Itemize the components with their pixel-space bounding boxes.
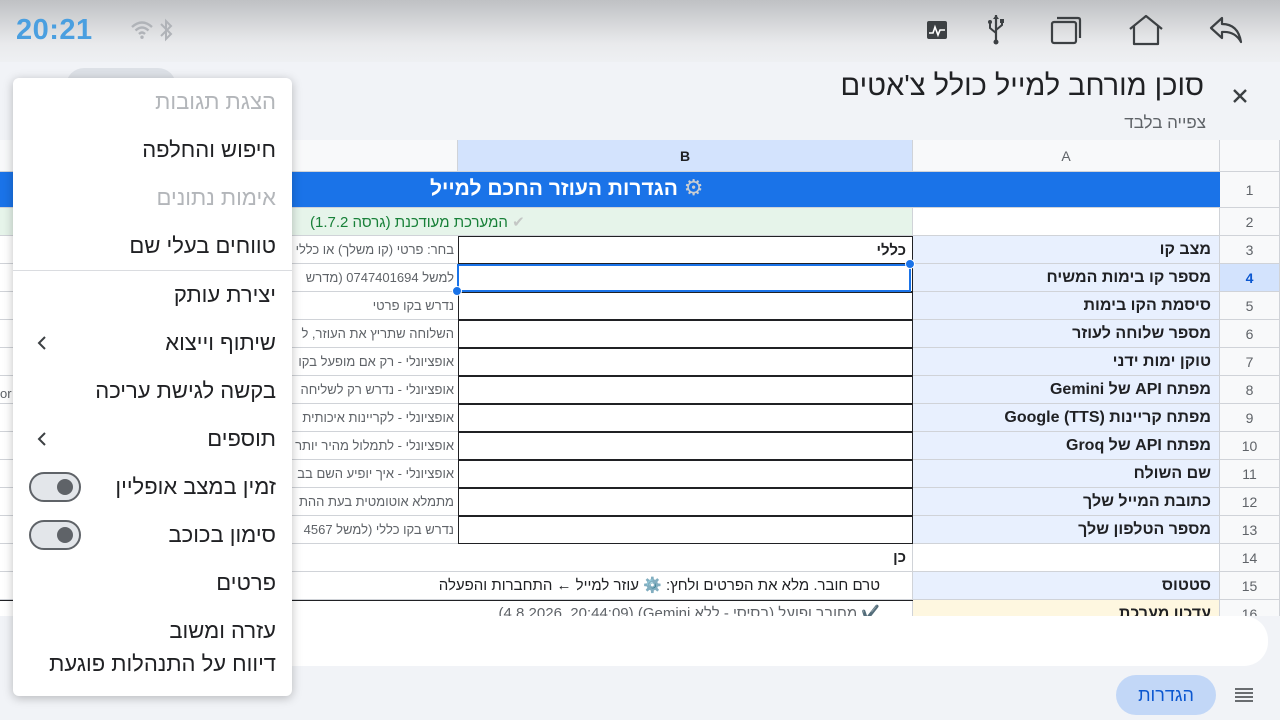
- offscreen-text-fragment: or: [0, 386, 12, 401]
- label-cell[interactable]: סטטוס: [913, 572, 1220, 600]
- value-cell[interactable]: [458, 460, 913, 488]
- back-icon[interactable]: [1208, 15, 1244, 45]
- recent-apps-icon[interactable]: [1050, 15, 1082, 45]
- home-icon[interactable]: [1128, 14, 1164, 46]
- menu-item-addons[interactable]: תוספים: [13, 415, 292, 463]
- banner-title: הגדרות העוזר החכם למייל: [430, 177, 678, 200]
- value-cell[interactable]: [458, 292, 913, 320]
- close-icon[interactable]: [1226, 82, 1254, 110]
- row-header[interactable]: 7: [1220, 348, 1280, 376]
- label-cell[interactable]: מצב קו: [913, 236, 1220, 264]
- label-cell[interactable]: כתובת המייל שלך: [913, 488, 1220, 516]
- label-cell[interactable]: מפתח API של Groq: [913, 432, 1220, 460]
- label-cell[interactable]: טוקן ימות ידני: [913, 348, 1220, 376]
- star-toggle[interactable]: [29, 520, 81, 550]
- menu-item-label: סימון בכוכב: [168, 522, 277, 547]
- row-header[interactable]: 6: [1220, 320, 1280, 348]
- row-header[interactable]: 10: [1220, 432, 1280, 460]
- row-header[interactable]: 11: [1220, 460, 1280, 488]
- menu-item-data-validation: אימות נתונים: [156, 185, 276, 210]
- value-cell[interactable]: [458, 432, 913, 460]
- menu-item-details[interactable]: פרטים: [13, 559, 292, 607]
- wifi-icon: [131, 21, 153, 39]
- label-cell[interactable]: עדכון מערכת: [913, 600, 1220, 616]
- gear-icon: ⚙: [683, 175, 704, 200]
- menu-item-report-abuse[interactable]: דיווח על התנהלות פוגעת: [13, 651, 292, 696]
- label-cell[interactable]: מספר קו בימות המשיח: [913, 264, 1220, 292]
- overflow-menu: הצגת תגובות חיפוש והחלפה אימות נתונים טו…: [13, 78, 292, 696]
- label-cell[interactable]: סיסמת הקו בימות: [913, 292, 1220, 320]
- menu-item-make-copy[interactable]: יצירת עותק: [13, 271, 292, 319]
- label-cell[interactable]: מפתח API של Gemini: [913, 376, 1220, 404]
- value-cell[interactable]: [458, 376, 913, 404]
- menu-item-show-comments: הצגת תגובות: [155, 89, 276, 114]
- toggle-knob: [57, 479, 73, 495]
- view-only-badge: צפייה בלבד: [1124, 113, 1206, 132]
- menu-item-label: שיתוף וייצוא: [165, 330, 276, 355]
- corner-cell[interactable]: [1220, 140, 1280, 172]
- menu-item-available-offline[interactable]: זמין במצב אופליין: [13, 463, 292, 511]
- row-header[interactable]: 3: [1220, 236, 1280, 264]
- usb-icon[interactable]: [986, 13, 1006, 45]
- value-cell[interactable]: [458, 348, 913, 376]
- hamburger-menu-icon[interactable]: [1234, 686, 1254, 704]
- row-header[interactable]: 9: [1220, 404, 1280, 432]
- chevron-left-icon: [37, 336, 46, 350]
- label-cell[interactable]: [913, 544, 1220, 572]
- menu-item-share-export[interactable]: שיתוף וייצוא: [13, 319, 292, 367]
- row-header[interactable]: 12: [1220, 488, 1280, 516]
- value-cell[interactable]: [458, 404, 913, 432]
- chevron-left-icon: [37, 432, 46, 446]
- banner-content: ⚙ הגדרות העוזר החכם למייל: [430, 175, 704, 201]
- menu-item-request-edit-access[interactable]: בקשה לגישת עריכה: [13, 367, 292, 415]
- row-header[interactable]: 2: [1220, 208, 1280, 236]
- value-cell[interactable]: כן: [458, 544, 913, 572]
- menu-item-label: זמין במצב אופליין: [115, 474, 276, 499]
- label-cell[interactable]: מספר שלוחה לעוזר: [913, 320, 1220, 348]
- menu-item-star[interactable]: סימון בכוכב: [13, 511, 292, 559]
- check-icon: ✔: [512, 214, 525, 231]
- clock: 20:21: [16, 14, 93, 46]
- cell-a2[interactable]: [913, 208, 1220, 236]
- cell-selection[interactable]: [457, 264, 911, 292]
- row-header[interactable]: 13: [1220, 516, 1280, 544]
- document-title: סוכן מורחב למייל כולל צ'אטים: [840, 70, 1205, 102]
- toggle-knob: [57, 527, 73, 543]
- menu-item-named-ranges[interactable]: טווחים בעלי שם: [13, 222, 292, 270]
- label-cell[interactable]: מפתח קריינות (Google (TTS: [913, 404, 1220, 432]
- menu-item-help-feedback[interactable]: עזרה ומשוב: [13, 607, 292, 655]
- row-header[interactable]: 8: [1220, 376, 1280, 404]
- bluetooth-icon: [160, 18, 173, 42]
- row-header[interactable]: 14: [1220, 544, 1280, 572]
- settings-button[interactable]: הגדרות: [1116, 675, 1216, 715]
- version-content: ✔ המערכת מעודכנת (גרסה 1.7.2): [310, 213, 525, 231]
- offline-toggle[interactable]: [29, 472, 81, 502]
- row-header[interactable]: 1: [1220, 172, 1280, 208]
- selection-handle-top[interactable]: [905, 259, 915, 269]
- label-cell[interactable]: שם השולח: [913, 460, 1220, 488]
- row-header[interactable]: 15: [1220, 572, 1280, 600]
- value-cell[interactable]: [458, 516, 913, 544]
- version-text: המערכת מעודכנת (גרסה 1.7.2): [310, 214, 508, 231]
- row-header[interactable]: 16: [1220, 600, 1280, 616]
- activity-monitor-icon[interactable]: [926, 20, 948, 40]
- formula-bar[interactable]: [280, 616, 1268, 666]
- column-header-b[interactable]: B: [458, 140, 913, 172]
- selection-handle-bottom[interactable]: [452, 286, 462, 296]
- menu-item-find-replace[interactable]: חיפוש והחלפה: [13, 126, 292, 174]
- row-header[interactable]: 4: [1220, 264, 1280, 292]
- value-cell[interactable]: כללי: [458, 236, 913, 264]
- column-header-a[interactable]: A: [913, 140, 1220, 172]
- value-cell[interactable]: [458, 320, 913, 348]
- value-cell[interactable]: [458, 488, 913, 516]
- label-cell[interactable]: מספר הטלפון שלך: [913, 516, 1220, 544]
- status-bar: 20:21: [0, 0, 1280, 62]
- menu-item-label: תוספים: [207, 426, 276, 451]
- row-header[interactable]: 5: [1220, 292, 1280, 320]
